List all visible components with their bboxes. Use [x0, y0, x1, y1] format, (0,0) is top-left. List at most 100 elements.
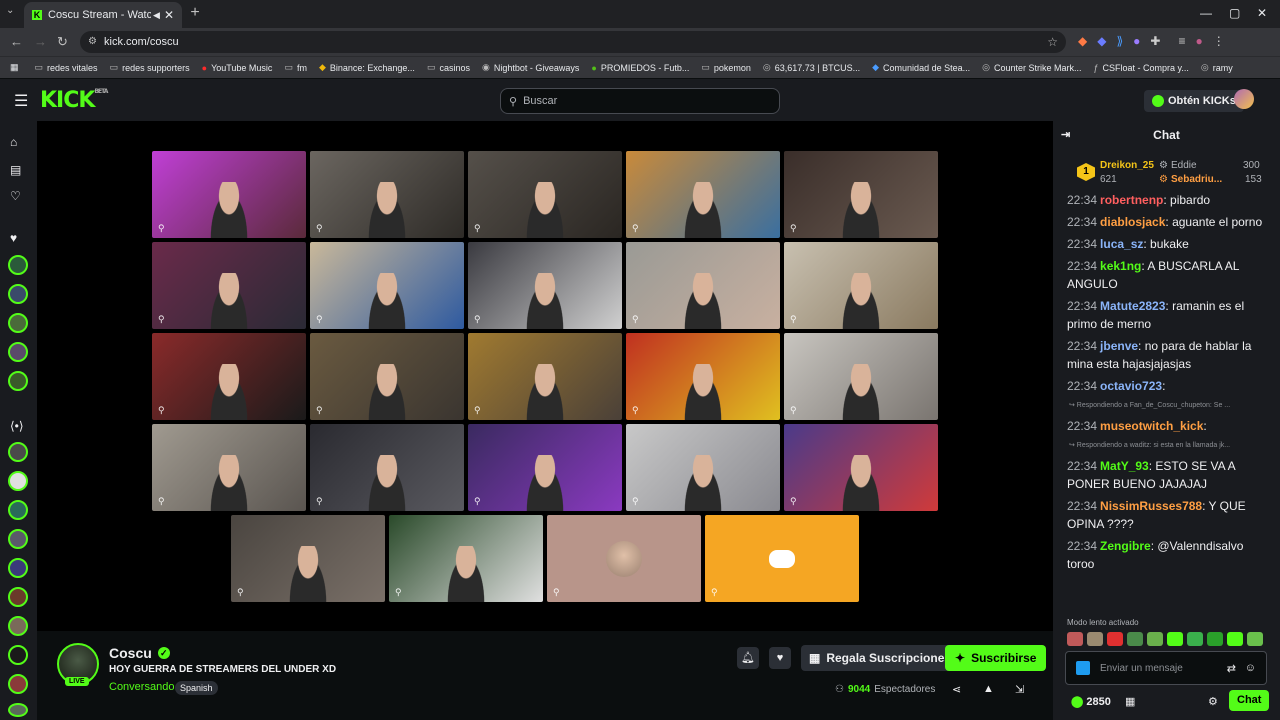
emote[interactable] — [1127, 632, 1143, 646]
followed-channel-avatar[interactable] — [8, 255, 28, 275]
emote[interactable] — [1247, 632, 1263, 646]
extension-icon[interactable]: ● — [1133, 34, 1140, 48]
recommended-channel-avatar[interactable] — [8, 442, 28, 462]
bookmark-item[interactable]: ◎ ramy — [1201, 62, 1233, 73]
recommended-channel-avatar[interactable] — [8, 703, 28, 717]
bookmark-item[interactable]: ◎ Counter Strike Mark... — [982, 62, 1081, 73]
chat-message[interactable]: 22:34 jbenve: no para de hablar la mina e… — [1053, 335, 1280, 375]
get-kicks-button[interactable]: Obtén KICKs — [1144, 90, 1244, 112]
bookmark-item[interactable]: ƒ CSFloat - Compra y... — [1094, 63, 1189, 73]
bookmark-item[interactable]: ▭ redes vitales — [35, 62, 98, 73]
message-username[interactable]: NissimRusses788 — [1100, 499, 1202, 513]
message-username[interactable]: luca_sz — [1100, 237, 1143, 251]
message-username[interactable]: MatY_93 — [1100, 459, 1149, 473]
video-player[interactable]: ⚲ ⚲ ⚲ ⚲ ⚲ ⚲ ⚲ ⚲ ⚲ ⚲ ⚲ ⚲ ⚲ ⚲ ⚲ ⚲ ⚲ ⚲ ⚲ ⚲ ⚲ ⚲ ⚲ ⚲ — [37, 121, 1053, 631]
minimize-button[interactable]: — — [1200, 6, 1212, 20]
close-window-button[interactable]: ✕ — [1257, 6, 1267, 20]
stream-category-link[interactable]: Conversando — [109, 681, 174, 693]
maximize-button[interactable]: ▢ — [1229, 6, 1240, 20]
bookmark-item[interactable]: ◆ Binance: Exchange... — [319, 62, 415, 73]
tab-search-icon[interactable]: ⌄ — [6, 5, 14, 16]
chat-message-input[interactable]: Enviar un mensaje ⇄ ☺ — [1065, 651, 1267, 685]
report-icon[interactable]: ▲ — [983, 683, 994, 695]
emote[interactable] — [1227, 632, 1243, 646]
emote[interactable] — [1167, 632, 1183, 646]
emote[interactable] — [1187, 632, 1203, 646]
home-icon[interactable]: ⌂ — [10, 135, 17, 149]
recommended-channel-avatar[interactable] — [8, 645, 28, 665]
followed-channel-avatar[interactable] — [8, 313, 28, 333]
mute-icon[interactable]: ◀ — [153, 10, 160, 21]
leader-name[interactable]: Dreikon_25 — [1100, 160, 1154, 171]
search-input[interactable]: ⚲ Buscar — [500, 88, 780, 114]
recommended-channel-avatar[interactable] — [8, 471, 28, 491]
message-username[interactable]: museotwitch_kick — [1100, 419, 1203, 433]
streamer-name[interactable]: Coscu ✓ — [109, 645, 170, 661]
subscribe-button[interactable]: ✦ Suscribirse — [945, 645, 1047, 671]
recommended-channel-avatar[interactable] — [8, 616, 28, 636]
bookmark-item[interactable]: ◆ Comunidad de Stea... — [872, 62, 970, 73]
message-username[interactable]: Matute2823 — [1100, 299, 1165, 313]
notification-bell-button[interactable]: 🔔︎ — [737, 647, 759, 669]
recommended-channel-avatar[interactable] — [8, 674, 28, 694]
message-username[interactable]: octavio723 — [1100, 379, 1162, 393]
bookmark-item[interactable]: ● PROMIEDOS - Futb... — [591, 63, 689, 73]
translate-icon[interactable]: ⇄ — [1227, 662, 1236, 675]
bookmark-star-icon[interactable]: ☆ — [1047, 35, 1058, 49]
bookmark-item[interactable]: ◎ 63,617.73 | BTCUS... — [763, 62, 860, 73]
chat-message[interactable]: 22:34 museotwitch_kick: — [1053, 415, 1280, 437]
chat-message[interactable]: 22:34 kek1ng: A BUSCARLA AL ANGULO — [1053, 255, 1280, 295]
chat-message[interactable]: 22:34 diablosjack: aguante el porno — [1053, 211, 1280, 233]
chat-send-button[interactable]: Chat — [1229, 690, 1270, 711]
chat-message[interactable]: 22:34 Zengibre: @Valenndisalvo toroo — [1053, 535, 1280, 575]
message-username[interactable]: diablosjack — [1100, 215, 1165, 229]
language-tag[interactable]: Spanish — [175, 681, 218, 695]
chat-message[interactable]: 22:34 MatY_93: ESTO SE VA A PONER BUENO J… — [1053, 455, 1280, 495]
extension-icon[interactable]: ⟫ — [1116, 34, 1123, 48]
emote[interactable] — [1067, 632, 1083, 646]
leader-name[interactable]: Sebadriu... — [1171, 174, 1222, 185]
extensions-puzzle-icon[interactable]: ✚ — [1150, 34, 1160, 48]
message-username[interactable]: kek1ng — [1100, 259, 1141, 273]
apps-icon[interactable]: ▦ — [10, 62, 19, 73]
browser-menu-icon[interactable]: ⋮ — [1213, 34, 1225, 48]
bookmark-item[interactable]: ◉ Nightbot - Giveaways — [482, 62, 579, 73]
kicks-balance[interactable]: ⬤ 2850 — [1071, 695, 1111, 708]
bookmark-item[interactable]: ▭ fm — [284, 62, 307, 73]
bookmark-item[interactable]: ● YouTube Music — [202, 63, 273, 73]
reading-list-icon[interactable]: ≡ — [1178, 34, 1185, 48]
chat-settings-icon[interactable]: ⚙ — [1208, 695, 1218, 708]
share-icon[interactable]: ⋖ — [952, 683, 961, 696]
kick-logo[interactable]: KICKBETA — [40, 88, 108, 113]
emote[interactable] — [1207, 632, 1223, 646]
chat-message[interactable]: 22:34 octavio723: — [1053, 375, 1280, 397]
message-username[interactable]: jbenve — [1100, 339, 1138, 353]
menu-icon[interactable]: ☰ — [14, 91, 28, 111]
back-button[interactable]: ← — [10, 34, 23, 49]
emoji-icon[interactable]: ☺ — [1245, 662, 1256, 674]
clip-icon[interactable]: ⇲ — [1015, 683, 1024, 696]
emote[interactable] — [1087, 632, 1103, 646]
recommended-channel-avatar[interactable] — [8, 529, 28, 549]
followed-channel-avatar[interactable] — [8, 371, 28, 391]
site-info-icon[interactable]: ⚙ — [88, 36, 97, 47]
followed-channel-avatar[interactable] — [8, 342, 28, 362]
recommended-channel-avatar[interactable] — [8, 558, 28, 578]
forward-button[interactable]: → — [34, 34, 47, 49]
chat-message[interactable]: 22:34 luca_sz: bukake — [1053, 233, 1280, 255]
following-icon[interactable]: ♡ — [10, 189, 21, 203]
collapse-chat-icon[interactable]: ⇥ — [1061, 121, 1070, 149]
extension-icon[interactable]: ◆ — [1078, 34, 1087, 48]
chat-message[interactable]: 22:34 NissimRusses788: Y QUE OPINA ???? — [1053, 495, 1280, 535]
url-field[interactable]: ⚙ kick.com/coscu ☆ — [80, 31, 1066, 53]
profile-icon[interactable]: ● — [1195, 34, 1202, 48]
user-avatar[interactable] — [1234, 89, 1254, 109]
follow-heart-button[interactable]: ♥ — [769, 647, 791, 669]
recommended-channel-avatar[interactable] — [8, 587, 28, 607]
recommended-channel-avatar[interactable] — [8, 500, 28, 520]
browse-icon[interactable]: ▤ — [10, 163, 21, 177]
gift-icon[interactable]: ▦ — [1125, 695, 1135, 708]
emote[interactable] — [1107, 632, 1123, 646]
browser-tab[interactable]: K Coscu Stream - Watch Live ◀ ✕ — [24, 2, 182, 28]
new-tab-button[interactable]: + — [186, 4, 204, 22]
